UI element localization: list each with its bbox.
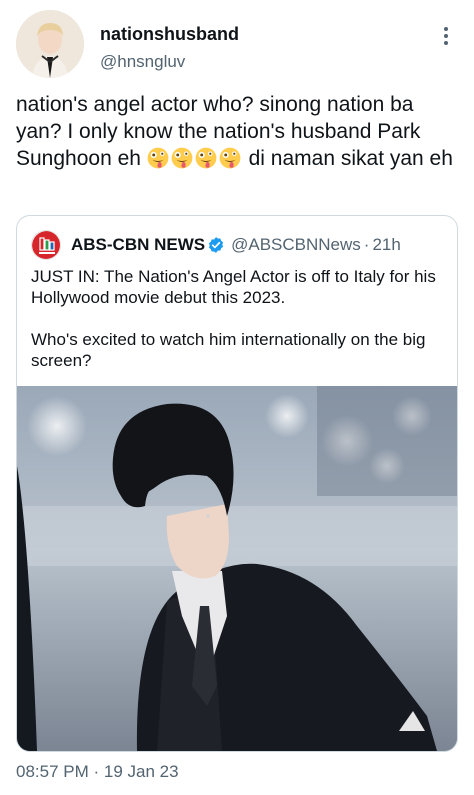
more-vertical-icon[interactable]: [434, 24, 458, 48]
tweet-text: nation's angel actor who? sinong nation …: [16, 91, 462, 172]
zany-face-emoji: [195, 147, 217, 169]
tweet-text-after-emoji: di naman sikat yan eh: [242, 147, 453, 170]
author-handle[interactable]: @hnsngluv: [100, 52, 185, 72]
verified-badge-icon: [209, 237, 224, 253]
author-display-name[interactable]: nationshusband: [100, 24, 239, 45]
zany-face-emoji: [147, 147, 169, 169]
zany-face-emoji: [171, 147, 193, 169]
quoted-text-paragraph-2: Who's excited to watch him international…: [31, 330, 426, 370]
abs-cbn-logo-icon[interactable]: [31, 230, 61, 260]
quoted-text-paragraph-1: JUST IN: The Nation's Angel Actor is off…: [31, 267, 436, 307]
quoted-tweet-header: ABS-CBN NEWS @ABSCBNNews · 21h: [31, 230, 447, 260]
author-avatar[interactable]: [16, 10, 84, 78]
quoted-tweet-text: JUST IN: The Nation's Angel Actor is off…: [31, 266, 445, 371]
quoted-tweet[interactable]: ABS-CBN NEWS @ABSCBNNews · 21h JUST IN: …: [16, 215, 458, 752]
quoted-timestamp[interactable]: 21h: [372, 235, 400, 255]
zany-face-emoji: [219, 147, 241, 169]
header-separator: ·: [363, 235, 370, 254]
tweet-header: nationshusband @hnsngluv: [16, 10, 458, 80]
quoted-tweet-photo[interactable]: [17, 386, 457, 751]
quoted-author-handle[interactable]: @ABSCBNNews: [231, 235, 361, 255]
quoted-author-name[interactable]: ABS-CBN NEWS: [71, 235, 205, 255]
tweet-timestamp[interactable]: 08:57 PM · 19 Jan 23: [16, 762, 179, 782]
